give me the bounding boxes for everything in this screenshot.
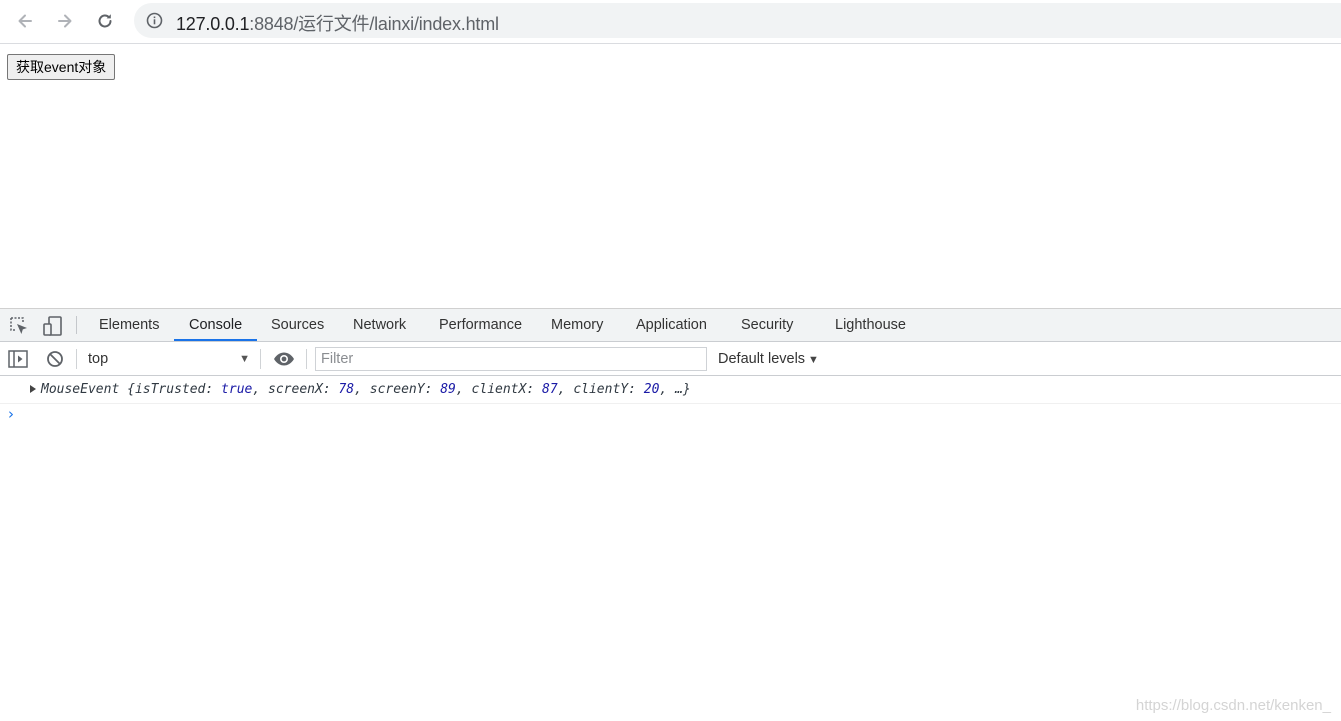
tab-performance[interactable]: Performance xyxy=(439,309,522,341)
toolbar-divider xyxy=(306,349,307,369)
tab-network[interactable]: Network xyxy=(353,309,406,341)
tab-lighthouse[interactable]: Lighthouse xyxy=(835,309,906,341)
tab-memory[interactable]: Memory xyxy=(551,309,603,341)
property-key: clientY xyxy=(573,382,629,397)
clear-console-icon[interactable] xyxy=(45,350,65,368)
toolbar-divider xyxy=(76,349,77,369)
filter-input[interactable] xyxy=(315,347,707,371)
console-toolbar: top ▼ Default levels▼ xyxy=(0,342,1341,376)
tab-security[interactable]: Security xyxy=(741,309,793,341)
toolbar-divider xyxy=(260,349,261,369)
devtools-tabbar: Elements Console Sources Network Perform… xyxy=(0,309,1341,342)
browser-window: 127.0.0.1:8848/运行文件/lainxi/index.html 获取… xyxy=(0,0,1341,721)
arrow-left-icon xyxy=(18,14,32,28)
context-selector[interactable]: top ▼ xyxy=(88,350,250,368)
context-label: top xyxy=(88,351,109,367)
inspect-element-icon[interactable] xyxy=(8,315,30,337)
address-bar[interactable]: 127.0.0.1:8848/运行文件/lainxi/index.html xyxy=(134,3,1341,38)
ellipsis: … xyxy=(675,382,683,397)
tab-elements[interactable]: Elements xyxy=(99,309,159,341)
property-key: screenY xyxy=(369,382,425,397)
info-icon[interactable] xyxy=(146,12,163,29)
url-host: 127.0.0.1 xyxy=(176,14,250,34)
console-log-entry[interactable]: MouseEvent {isTrusted: true, screenX: 78… xyxy=(0,376,1341,404)
reload-button[interactable] xyxy=(90,6,120,36)
url-text[interactable]: 127.0.0.1:8848/运行文件/lainxi/index.html xyxy=(176,10,499,36)
watermark: https://blog.csdn.net/kenken_ xyxy=(1135,697,1331,714)
prompt-chevron-icon: › xyxy=(8,405,14,423)
property-key: screenX xyxy=(268,382,323,397)
sidebar-toggle-icon[interactable] xyxy=(8,350,28,368)
log-message: MouseEvent {isTrusted: true, screenX: 78… xyxy=(41,382,691,397)
log-levels-label: Default levels xyxy=(718,351,806,367)
property-key: isTrusted xyxy=(134,382,206,397)
forward-button[interactable] xyxy=(50,6,80,36)
devtools-panel: Elements Console Sources Network Perform… xyxy=(0,308,1341,721)
browser-toolbar: 127.0.0.1:8848/运行文件/lainxi/index.html xyxy=(0,0,1341,44)
tab-application[interactable]: Application xyxy=(636,309,707,341)
active-tab-indicator xyxy=(174,339,257,341)
url-path: :8848/运行文件/lainxi/index.html xyxy=(249,14,499,34)
tab-console[interactable]: Console xyxy=(189,309,242,341)
property-key: clientX xyxy=(471,382,527,397)
reload-icon xyxy=(98,14,112,28)
dropdown-arrow-icon: ▼ xyxy=(808,354,819,366)
dropdown-arrow-icon: ▼ xyxy=(239,353,250,365)
property-value: 20 xyxy=(643,382,660,397)
property-value: 78 xyxy=(338,382,355,397)
property-value: 87 xyxy=(542,382,558,397)
eye-icon[interactable] xyxy=(273,351,295,367)
expand-triangle-icon[interactable] xyxy=(30,385,36,393)
tab-sources[interactable]: Sources xyxy=(271,309,324,341)
back-button[interactable] xyxy=(10,6,40,36)
toolbar-divider xyxy=(76,316,77,334)
property-value: 89 xyxy=(440,382,456,397)
arrow-right-icon xyxy=(58,14,72,28)
console-prompt[interactable]: › xyxy=(0,404,1341,426)
device-toolbar-icon[interactable] xyxy=(42,315,64,337)
property-value: true xyxy=(221,382,253,397)
object-type: MouseEvent xyxy=(41,382,120,397)
log-levels-dropdown[interactable]: Default levels ▼ xyxy=(718,350,819,369)
get-event-button[interactable]: 获取event对象 xyxy=(7,54,116,80)
